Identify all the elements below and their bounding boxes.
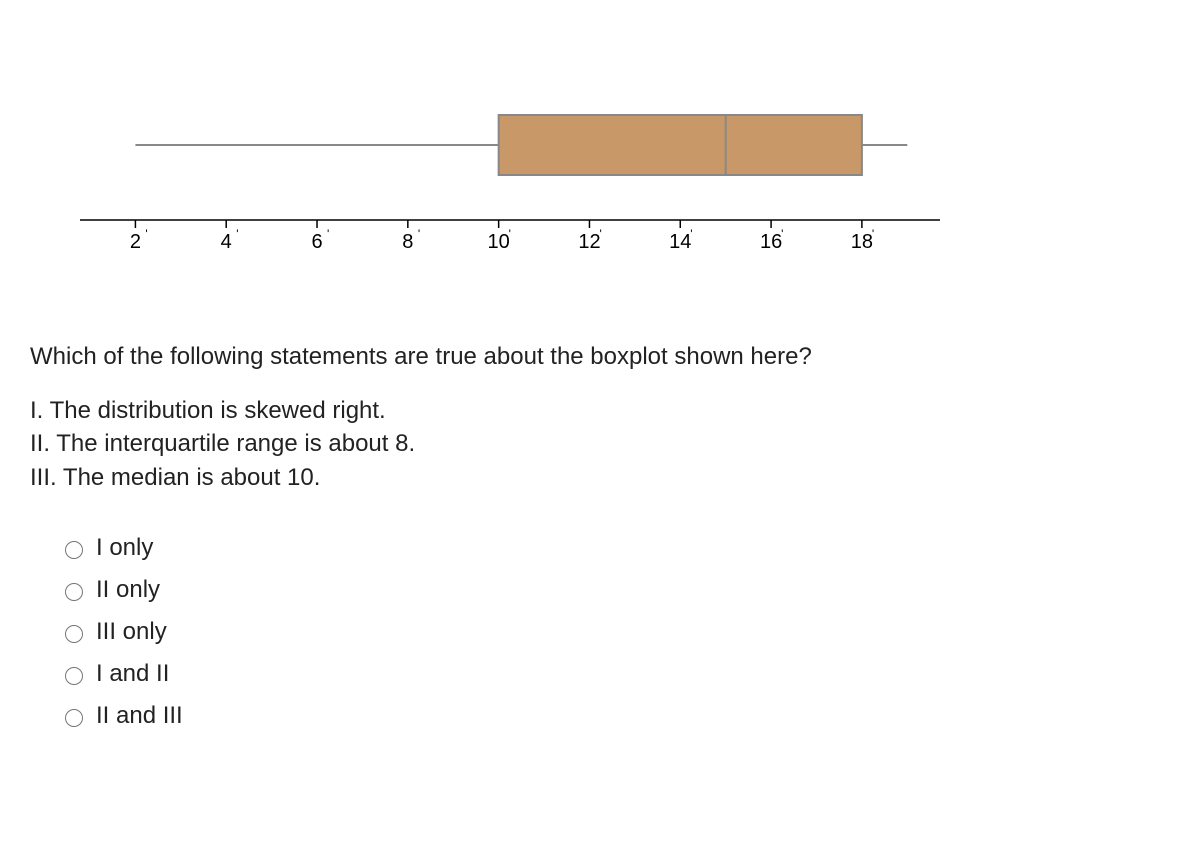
svg-text:10: 10	[488, 231, 510, 253]
statements-block: I. The distribution is skewed right. II.…	[30, 394, 1170, 495]
option-a-label: I only	[96, 534, 153, 562]
option-b-label: II only	[96, 576, 160, 604]
question-page: 2'4'6'8'10'12'14'16'18' Which of the fol…	[0, 0, 1200, 865]
svg-text:2: 2	[130, 231, 141, 253]
statement-3: III. The median is about 10.	[30, 461, 1170, 495]
radio-e[interactable]	[65, 709, 83, 727]
radio-d[interactable]	[65, 667, 83, 685]
svg-text:': '	[872, 227, 874, 241]
statement-2: II. The interquartile range is about 8.	[30, 427, 1170, 461]
svg-text:18: 18	[851, 231, 873, 253]
boxplot-chart: 2'4'6'8'10'12'14'16'18'	[70, 70, 970, 270]
svg-text:': '	[690, 227, 692, 241]
option-b[interactable]: II only	[60, 576, 1170, 604]
question-prompt: Which of the following statements are tr…	[30, 340, 1170, 374]
svg-text:12: 12	[578, 231, 600, 253]
svg-text:': '	[418, 227, 420, 241]
svg-text:4: 4	[221, 231, 232, 253]
option-e-label: II and III	[96, 702, 183, 730]
radio-a[interactable]	[65, 541, 83, 559]
svg-text:': '	[145, 227, 147, 241]
option-c[interactable]: III only	[60, 618, 1170, 646]
svg-text:': '	[327, 227, 329, 241]
svg-text:': '	[236, 227, 238, 241]
answer-options: I only II only III only I and II II and …	[60, 534, 1170, 730]
svg-text:16: 16	[760, 231, 782, 253]
radio-b[interactable]	[65, 583, 83, 601]
option-a[interactable]: I only	[60, 534, 1170, 562]
radio-c[interactable]	[65, 625, 83, 643]
svg-text:8: 8	[402, 231, 413, 253]
svg-text:6: 6	[311, 231, 322, 253]
option-c-label: III only	[96, 618, 167, 646]
option-d-label: I and II	[96, 660, 169, 688]
option-e[interactable]: II and III	[60, 702, 1170, 730]
statement-1: I. The distribution is skewed right.	[30, 394, 1170, 428]
svg-text:': '	[599, 227, 601, 241]
boxplot-svg: 2'4'6'8'10'12'14'16'18'	[70, 70, 970, 270]
svg-text:14: 14	[669, 231, 691, 253]
option-d[interactable]: I and II	[60, 660, 1170, 688]
svg-text:': '	[509, 227, 511, 241]
svg-text:': '	[781, 227, 783, 241]
